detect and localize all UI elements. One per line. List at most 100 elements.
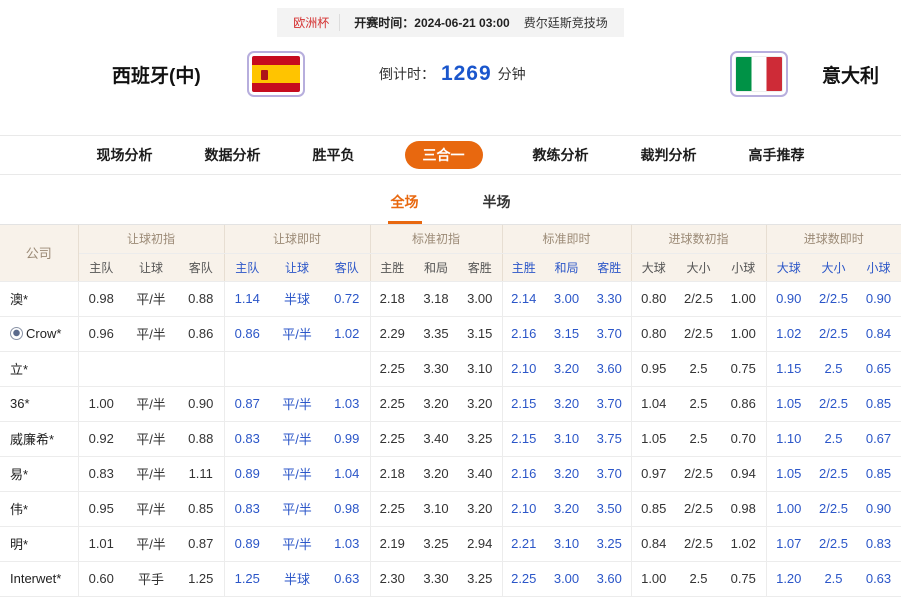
odds-cell: 0.84: [856, 316, 901, 351]
odds-table-body: 澳*0.98平/半0.881.14半球0.722.183.183.002.143…: [0, 281, 901, 596]
nav-tab-三合一[interactable]: 三合一: [405, 141, 483, 169]
odds-cell: 1.01: [78, 526, 124, 561]
odds-cell: 3.20: [545, 351, 588, 386]
league-badge: 欧洲杯: [293, 14, 340, 31]
odds-cell: 半球: [270, 281, 324, 316]
column-header: 让球: [124, 253, 178, 281]
nav-tab-裁判分析[interactable]: 裁判分析: [639, 142, 699, 168]
odds-cell: 2/2.5: [676, 491, 721, 526]
nav-tab-数据分析[interactable]: 数据分析: [203, 142, 263, 168]
odds-cell: 2.25: [370, 351, 414, 386]
odds-cell: 2.18: [370, 281, 414, 316]
column-header: 大小: [811, 253, 856, 281]
odds-cell: 2.10: [502, 351, 545, 386]
odds-cell: 2.19: [370, 526, 414, 561]
odds-cell: 平/半: [124, 316, 178, 351]
odds-cell: 0.92: [78, 421, 124, 456]
company-cell: 澳*: [0, 281, 78, 316]
company-name: 明*: [10, 537, 28, 552]
odds-cell: 0.95: [78, 491, 124, 526]
odds-cell: 3.20: [458, 386, 502, 421]
odds-cell: 2.94: [458, 526, 502, 561]
odds-cell: 3.15: [458, 316, 502, 351]
odds-cell: 平/半: [270, 386, 324, 421]
odds-cell: 0.90: [856, 281, 901, 316]
odds-cell: 2.15: [502, 421, 545, 456]
table-row: 明*1.01平/半0.870.89平/半1.032.193.252.942.21…: [0, 526, 901, 561]
kickoff-value: 2024-06-21 03:00: [414, 16, 509, 30]
odds-cell: 2.21: [502, 526, 545, 561]
odds-cell: 平/半: [124, 386, 178, 421]
odds-cell: 1.04: [324, 456, 370, 491]
company-cell: 威廉希*: [0, 421, 78, 456]
odds-cell: 平/半: [270, 456, 324, 491]
odds-cell: 2.25: [370, 491, 414, 526]
odds-cell: 2.25: [502, 561, 545, 596]
company-cell: 易*: [0, 456, 78, 491]
nav-tab-高手推荐[interactable]: 高手推荐: [747, 142, 807, 168]
odds-cell: 2.10: [502, 491, 545, 526]
odds-cell: 0.85: [856, 456, 901, 491]
odds-cell: 3.50: [588, 491, 631, 526]
table-row: Crow*0.96平/半0.860.86平/半1.022.293.353.152…: [0, 316, 901, 351]
odds-cell: 3.70: [588, 386, 631, 421]
column-header: 和局: [414, 253, 458, 281]
odds-cell: 0.65: [856, 351, 901, 386]
odds-cell: 平/半: [124, 281, 178, 316]
odds-cell: 3.20: [414, 386, 458, 421]
odds-cell: 2.14: [502, 281, 545, 316]
odds-cell: [270, 351, 324, 386]
odds-cell: 0.85: [631, 491, 676, 526]
company-cell: 明*: [0, 526, 78, 561]
column-group-header: 让球即时: [224, 225, 370, 253]
column-header: 客胜: [588, 253, 631, 281]
column-header: 客队: [178, 253, 224, 281]
table-row: Interwet*0.60平手1.251.25半球0.632.303.303.2…: [0, 561, 901, 596]
odds-cell: 1.05: [766, 456, 811, 491]
column-header: 大小: [676, 253, 721, 281]
odds-cell: 平/半: [124, 421, 178, 456]
odds-cell: [178, 351, 224, 386]
countdown-value: 1269: [441, 62, 492, 86]
nav-tab-胜平负[interactable]: 胜平负: [311, 142, 357, 168]
odds-cell: 0.89: [224, 456, 270, 491]
odds-cell: 2/2.5: [676, 316, 721, 351]
column-group-header: 让球初指: [78, 225, 224, 253]
odds-cell: 0.80: [631, 281, 676, 316]
table-row: 易*0.83平/半1.110.89平/半1.042.183.203.402.16…: [0, 456, 901, 491]
column-group-header: 进球数初指: [631, 225, 766, 253]
odds-cell: 0.87: [178, 526, 224, 561]
company-cell: 伟*: [0, 491, 78, 526]
nav-tab-教练分析[interactable]: 教练分析: [531, 142, 591, 168]
odds-cell: 0.94: [721, 456, 766, 491]
column-header: 让球: [270, 253, 324, 281]
odds-cell: 2/2.5: [811, 386, 856, 421]
odds-cell: 3.25: [588, 526, 631, 561]
odds-cell: 0.70: [721, 421, 766, 456]
odds-cell: 1.00: [78, 386, 124, 421]
column-group-header: 标准即时: [502, 225, 631, 253]
odds-cell: 3.00: [458, 281, 502, 316]
company-name: Interwet*: [10, 571, 61, 586]
column-group-header: 标准初指: [370, 225, 502, 253]
odds-cell: 平/半: [270, 491, 324, 526]
odds-cell: 平/半: [124, 491, 178, 526]
column-header: 小球: [721, 253, 766, 281]
odds-cell: 平/半: [270, 316, 324, 351]
odds-cell: [224, 351, 270, 386]
odds-cell: 2/2.5: [811, 526, 856, 561]
column-header: 主胜: [370, 253, 414, 281]
period-tab-全场[interactable]: 全场: [388, 179, 422, 224]
odds-cell: 0.63: [324, 561, 370, 596]
period-tab-半场[interactable]: 半场: [480, 179, 514, 224]
odds-cell: 1.05: [766, 386, 811, 421]
nav-tab-现场分析[interactable]: 现场分析: [95, 142, 155, 168]
odds-cell: 2.5: [811, 421, 856, 456]
away-team: 意大利: [730, 51, 879, 97]
odds-cell: 2/2.5: [676, 526, 721, 561]
odds-cell: 3.60: [588, 561, 631, 596]
odds-cell: 2.5: [676, 561, 721, 596]
odds-cell: 0.98: [78, 281, 124, 316]
match-info-bar-inner: 欧洲杯 开赛时间：2024-06-21 03:00 费尔廷斯竞技场: [277, 8, 623, 37]
odds-cell: 0.60: [78, 561, 124, 596]
